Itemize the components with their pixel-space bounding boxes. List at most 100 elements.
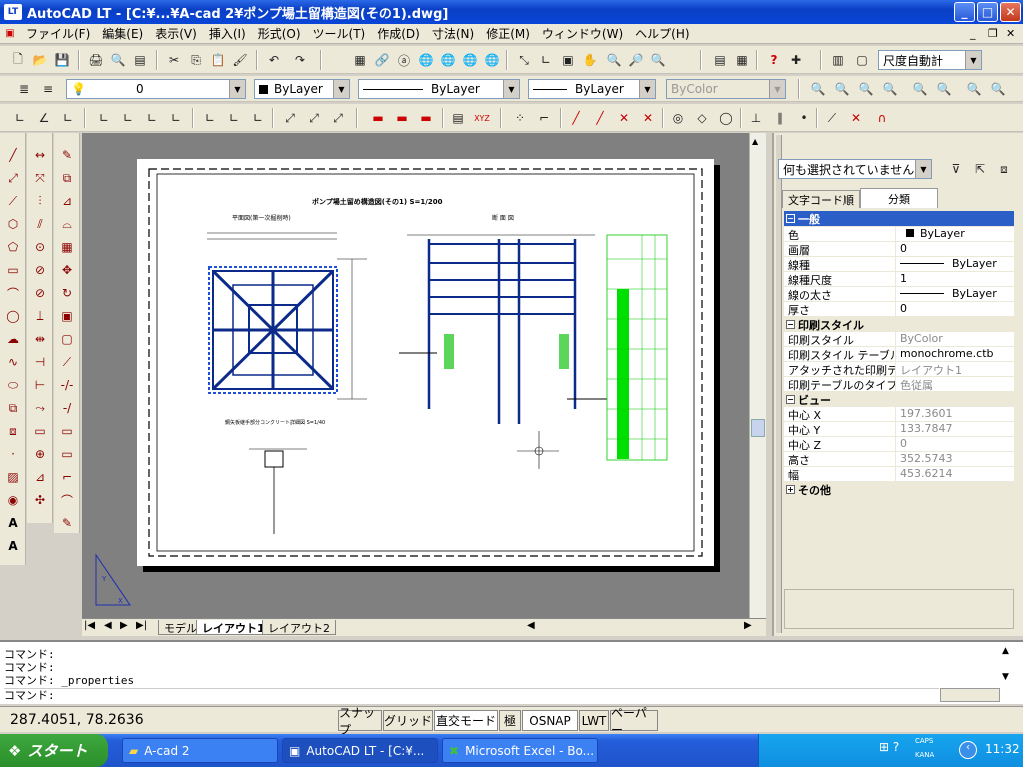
prop-linetype-scale[interactable]: 線種尺度 1 xyxy=(784,272,1014,287)
menu-edit[interactable]: 編集(E) xyxy=(96,24,149,44)
text-tool-icon[interactable]: ▤ xyxy=(448,108,468,128)
task-excel[interactable]: ✖ Microsoft Excel - Bo... xyxy=(442,738,598,763)
mtext-icon[interactable]: A xyxy=(2,536,24,556)
plot-preview-icon[interactable]: 🔍 xyxy=(108,50,128,70)
ucs-icon[interactable]: ⤡ xyxy=(514,50,534,70)
layer-previous-icon[interactable]: ≡ xyxy=(38,79,58,99)
dim-qleader-icon[interactable]: ∟ xyxy=(224,108,244,128)
zoom-realtime-icon[interactable]: 🔍 xyxy=(604,50,624,70)
dim-diameter-icon[interactable]: ∟ xyxy=(118,108,138,128)
osnap-perpendicular-icon[interactable]: ⊥ xyxy=(746,108,766,128)
category-other[interactable]: + その他 xyxy=(784,482,1014,497)
polygon-2-icon[interactable]: ⬠ xyxy=(2,237,24,257)
osnap-nearest-icon[interactable]: ⟋ xyxy=(822,108,842,128)
explode-icon[interactable]: ✣ xyxy=(29,490,51,510)
trim-2-icon[interactable]: -/- xyxy=(56,375,78,395)
linetype-combo[interactable]: ByLayer ▼ xyxy=(358,79,520,99)
dim-angular-icon[interactable]: ∟ xyxy=(142,108,162,128)
quick-select-icon[interactable]: ⧈ xyxy=(994,159,1014,179)
tab-alphabetic[interactable]: 文字コード順 xyxy=(782,190,860,208)
cmd-scroll-down-icon[interactable]: ▼ xyxy=(1002,672,1009,682)
plot-icon[interactable]: 🖨 xyxy=(86,50,106,70)
layer-tool-icon[interactable]: ▬ xyxy=(368,108,388,128)
redo-icon[interactable]: ↷ xyxy=(290,50,310,70)
prop-color[interactable]: 色 ByLayer xyxy=(784,227,1014,242)
zoom-dynamic-icon[interactable]: 🔍 xyxy=(832,79,852,99)
osnap-center-icon[interactable]: ◎ xyxy=(668,108,688,128)
layer-tool-3-icon[interactable]: ▬ xyxy=(416,108,436,128)
osnap-settings-icon[interactable]: ∩ xyxy=(872,108,892,128)
paste-icon[interactable]: 📋 xyxy=(208,50,228,70)
cut-icon[interactable]: ✂ xyxy=(164,50,184,70)
hyperlink-icon[interactable]: 🔗 xyxy=(372,50,392,70)
move-icon[interactable]: ⊘ xyxy=(29,260,51,280)
scroll-thumb[interactable] xyxy=(751,419,765,437)
osnap-midpoint-icon[interactable]: ╱ xyxy=(590,108,610,128)
point-icon[interactable]: · xyxy=(2,444,24,464)
new-icon[interactable]: 🗋 xyxy=(8,50,28,70)
open-icon[interactable]: 📂 xyxy=(30,50,50,70)
hatch-icon[interactable]: ▨ xyxy=(2,467,24,487)
paper-button[interactable]: ペーパー xyxy=(610,706,658,737)
select-objects-icon[interactable]: ⇱ xyxy=(970,159,990,179)
toggle-pickadd-icon[interactable]: ⊽ xyxy=(946,159,966,179)
make-block-icon[interactable]: ⧈ xyxy=(2,421,24,441)
copy-object-icon[interactable]: ⤧ xyxy=(29,168,51,188)
properties-icon[interactable]: ▤ xyxy=(710,50,730,70)
tab-nav-prev-icon[interactable]: ◀ xyxy=(104,620,112,631)
array-2-icon[interactable]: ▦ xyxy=(56,237,78,257)
document-icon[interactable]: ▣ xyxy=(0,28,20,39)
autocad-online-icon[interactable]: ⓐ xyxy=(394,50,414,70)
menu-format[interactable]: 形式(O) xyxy=(252,24,307,44)
scale-2-icon[interactable]: ▣ xyxy=(56,306,78,326)
dim-radius-icon[interactable]: ∟ xyxy=(94,108,114,128)
construction-line-icon[interactable]: ⤢ xyxy=(2,168,24,188)
copy-2-icon[interactable]: ⧉ xyxy=(56,168,78,188)
prop-thickness[interactable]: 厚さ 0 xyxy=(784,302,1014,317)
mirror-icon[interactable]: ⫶ xyxy=(29,191,51,211)
dim-tolerance-icon[interactable]: ∟ xyxy=(248,108,268,128)
move-2-icon[interactable]: ✥ xyxy=(56,260,78,280)
fillet-2-icon[interactable]: ⌒ xyxy=(56,490,78,510)
lengthen-2-icon[interactable]: ⟋ xyxy=(56,352,78,372)
mdi-minimize-button[interactable]: _ xyxy=(970,27,976,40)
dim-aligned-icon[interactable]: ∠ xyxy=(34,108,54,128)
zoom-in-icon[interactable]: 🔍 xyxy=(910,79,930,99)
menu-file[interactable]: ファイル(F) xyxy=(20,24,96,44)
break-2-icon[interactable]: ▭ xyxy=(56,421,78,441)
stretch-icon[interactable]: ⇹ xyxy=(29,329,51,349)
zoom-out-icon[interactable]: 🔍 xyxy=(934,79,954,99)
category-general[interactable]: − 一般 xyxy=(784,211,1014,226)
prop-lineweight[interactable]: 線の太さ ByLayer xyxy=(784,287,1014,302)
layer-tool-2-icon[interactable]: ▬ xyxy=(392,108,412,128)
zoom-previous-icon[interactable]: 🔍 xyxy=(648,50,668,70)
palette-grip[interactable] xyxy=(776,135,782,633)
vertical-scrollbar[interactable]: ▲ xyxy=(749,133,766,618)
offset-icon[interactable]: ⫽ xyxy=(29,214,51,234)
menu-modify[interactable]: 修正(M) xyxy=(480,24,536,44)
erase-icon[interactable]: ✎ xyxy=(56,145,78,165)
dim-edit-icon[interactable]: ⤢ xyxy=(280,108,300,128)
text-icon[interactable]: A xyxy=(2,513,24,533)
line-icon[interactable]: ╱ xyxy=(2,145,24,165)
polygon-icon[interactable]: ⬡ xyxy=(2,214,24,234)
osnap-button[interactable]: OSNAP xyxy=(522,710,578,731)
tab-layout2[interactable]: レイアウト2 xyxy=(262,620,336,635)
menu-dimension[interactable]: 寸法(N) xyxy=(426,24,480,44)
scale-combo[interactable]: 尺度自動計 ▼ xyxy=(878,50,982,70)
menu-help[interactable]: ヘルプ(H) xyxy=(629,24,695,44)
fillet-icon[interactable]: ⊿ xyxy=(29,467,51,487)
osnap-tangent-icon[interactable]: ◯ xyxy=(716,108,736,128)
osnap-apparent-icon[interactable]: ✕ xyxy=(638,108,658,128)
tab-nav-first-icon[interactable]: |◀ xyxy=(84,620,95,631)
region-icon[interactable]: ◉ xyxy=(2,490,24,510)
osnap-tracking-icon[interactable]: ⁘ xyxy=(510,108,530,128)
osnap-from-icon[interactable]: ⌐ xyxy=(534,108,554,128)
tool-palette-icon[interactable]: ▦ xyxy=(732,50,752,70)
web-3-icon[interactable]: 🌐 xyxy=(460,50,480,70)
chamfer-icon[interactable]: ⊕ xyxy=(29,444,51,464)
close-button[interactable]: ✕ xyxy=(1000,2,1021,22)
web-4-icon[interactable]: 🌐 xyxy=(482,50,502,70)
dim-text-edit-icon[interactable]: ⤢ xyxy=(304,108,324,128)
layer-combo[interactable]: 💡 0 ▼ xyxy=(66,79,246,99)
